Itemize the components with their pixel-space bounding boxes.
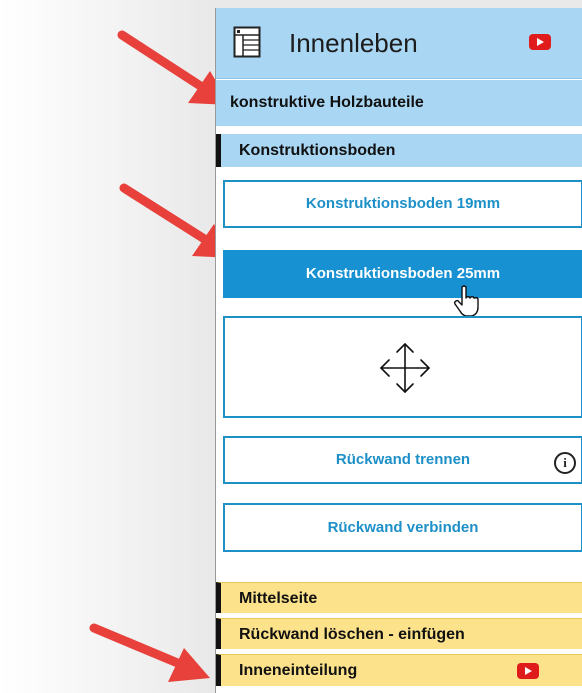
section-mittelseite[interactable]: Mittelseite <box>216 582 582 613</box>
konstruktionsboden-19mm-button[interactable]: Konstruktionsboden 19mm <box>223 180 582 228</box>
section-inneneinteilung[interactable]: Inneneinteilung <box>216 654 582 686</box>
document-table-icon <box>233 26 261 58</box>
rueckwand-trennen-button[interactable]: Rückwand trennen <box>223 436 582 484</box>
section-rueckwand-loeschen-einfuegen[interactable]: Rückwand löschen - einfügen <box>216 618 582 649</box>
section-label: konstruktive Holzbauteile <box>230 94 424 111</box>
panel-title: Innenleben <box>289 28 418 58</box>
button-label: Rückwand trennen <box>335 451 471 468</box>
hand-cursor-icon <box>454 285 479 317</box>
button-label: Konstruktionsboden 25mm <box>305 265 501 282</box>
move-arrows-icon <box>380 343 430 393</box>
youtube-icon[interactable] <box>529 34 551 50</box>
innenleben-panel: Innenleben konstruktive Holzbauteile Kon… <box>215 8 582 693</box>
section-konstruktionsboden[interactable]: Konstruktionsboden <box>216 134 582 167</box>
section-konstruktive-holzbauteile[interactable]: konstruktive Holzbauteile <box>216 80 582 126</box>
annotation-arrow-3 <box>89 623 210 682</box>
youtube-icon[interactable] <box>517 663 539 679</box>
section-label: Rückwand löschen - einfügen <box>239 626 465 643</box>
panel-header: Innenleben <box>216 8 582 79</box>
section-label: Inneneinteilung <box>239 662 358 679</box>
rueckwand-verbinden-button[interactable]: Rückwand verbinden <box>223 503 582 552</box>
move-tool-area[interactable] <box>223 316 582 418</box>
section-label: Mittelseite <box>239 590 318 607</box>
info-icon[interactable]: i <box>554 452 576 474</box>
section-label: Konstruktionsboden <box>239 142 396 159</box>
konstruktionsboden-25mm-button[interactable]: Konstruktionsboden 25mm <box>223 250 582 298</box>
